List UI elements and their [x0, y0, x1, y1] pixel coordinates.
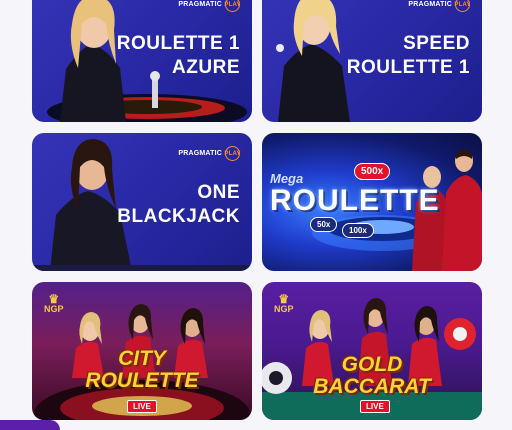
game-title: CITY ROULETTE	[32, 348, 252, 392]
ngp-logo-icon: ♛ NGP	[44, 292, 64, 314]
provider-name: PRAGMATIC	[178, 1, 222, 8]
mega-roulette-logo: Mega ROULETTE	[270, 171, 440, 216]
game-title: SPEED ROULETTE 1	[347, 32, 470, 80]
game-title: ONE BLACKJACK	[117, 181, 240, 229]
title-line-1: SPEED	[403, 33, 470, 54]
live-badge: LIVE	[127, 400, 157, 413]
provider-logo: PRAGMATIC PLAY	[178, 146, 240, 161]
logo-main-text: ROULETTE	[270, 184, 440, 217]
provider-name: PRAGMATIC	[178, 150, 222, 157]
provider-name: PRAGMATIC	[408, 1, 452, 8]
title-line-2: BACCARAT	[313, 375, 431, 398]
multiplier-badge-50x: 50x	[310, 217, 338, 232]
provider-name: NGP	[44, 304, 64, 314]
game-tile-city-roulette[interactable]: ♛ NGP CITY ROULETTE LIVE	[32, 282, 252, 420]
title-line-1: ONE	[197, 182, 240, 203]
game-tile-mega-roulette[interactable]: Mega ROULETTE 500x 50x 100x	[262, 133, 482, 271]
pragmatic-play-logo-icon: PLAY	[454, 0, 470, 12]
game-title: GOLD BACCARAT	[262, 354, 482, 398]
pragmatic-play-logo-icon: PLAY	[224, 146, 240, 161]
title-line-2: BLACKJACK	[117, 206, 240, 227]
game-tile-speed-roulette-1[interactable]: PRAGMATIC PLAY SPEED ROULETTE 1	[262, 0, 482, 122]
ngp-logo-icon: ♛ NGP	[274, 292, 294, 314]
provider-name: NGP	[274, 304, 294, 314]
provider-logo: PRAGMATIC PLAY	[178, 0, 240, 12]
game-tile-gold-baccarat[interactable]: ♛ NGP GOLD BACCARAT LIVE	[262, 282, 482, 420]
title-line-2: ROULETTE 1	[346, 57, 470, 78]
pragmatic-play-logo-icon: PLAY	[224, 0, 240, 12]
title-line-1: GOLD	[341, 353, 403, 376]
title-line-2: ROULETTE	[85, 369, 199, 392]
live-badge: LIVE	[360, 400, 390, 413]
provider-logo: PRAGMATIC PLAY	[408, 0, 470, 12]
game-tile-roulette-1-azure[interactable]: PRAGMATIC PLAY ROULETTE 1 AZURE	[32, 0, 252, 122]
ngp-crown-icon: ♛	[48, 292, 60, 306]
bottom-tab-bar[interactable]	[0, 420, 60, 430]
title-line-2: AZURE	[172, 57, 240, 78]
game-grid: PRAGMATIC PLAY ROULETTE 1 AZURE PRAGMATI…	[0, 0, 512, 430]
multiplier-badge-500x: 500x	[354, 163, 391, 180]
game-title: ROULETTE 1 AZURE	[117, 32, 240, 80]
multiplier-badge-100x: 100x	[342, 223, 374, 238]
ngp-crown-icon: ♛	[278, 292, 290, 306]
game-tile-one-blackjack[interactable]: PRAGMATIC PLAY ONE BLACKJACK	[32, 133, 252, 271]
title-line-1: ROULETTE 1	[116, 33, 240, 54]
title-line-1: CITY	[118, 347, 166, 370]
